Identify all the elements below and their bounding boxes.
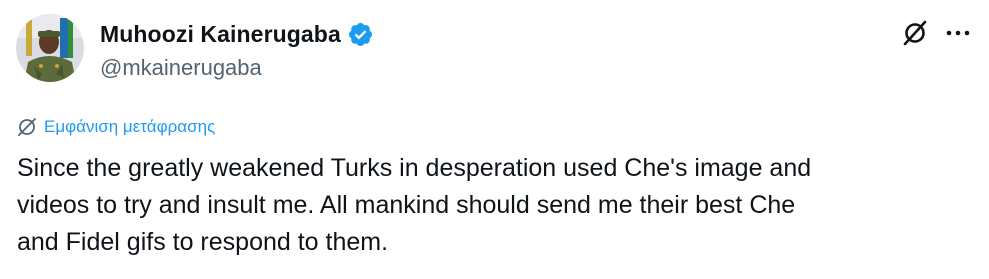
show-translation-link[interactable]: Εμφάνιση μετάφρασης: [17, 117, 215, 137]
author-handle[interactable]: @mkainerugaba: [100, 55, 262, 81]
tweet-card: Muhoozi Kainerugaba @mkainerugaba Εμφάνι…: [0, 0, 989, 279]
author-name-row: Muhoozi Kainerugaba: [100, 19, 374, 49]
globe-icon: [18, 118, 36, 136]
avatar[interactable]: [16, 14, 84, 82]
author-display-name[interactable]: Muhoozi Kainerugaba: [100, 21, 341, 48]
grok-icon: [903, 20, 927, 46]
more-options-button[interactable]: [942, 17, 974, 49]
tweet-text: Since the greatly weakened Turks in desp…: [17, 154, 812, 256]
more-horizontal-icon: [946, 30, 970, 36]
verified-badge-icon: [347, 21, 374, 48]
avatar-image: [16, 14, 84, 82]
show-translation-label: Εμφάνιση μετάφρασης: [44, 117, 216, 136]
grok-button[interactable]: [899, 17, 931, 49]
